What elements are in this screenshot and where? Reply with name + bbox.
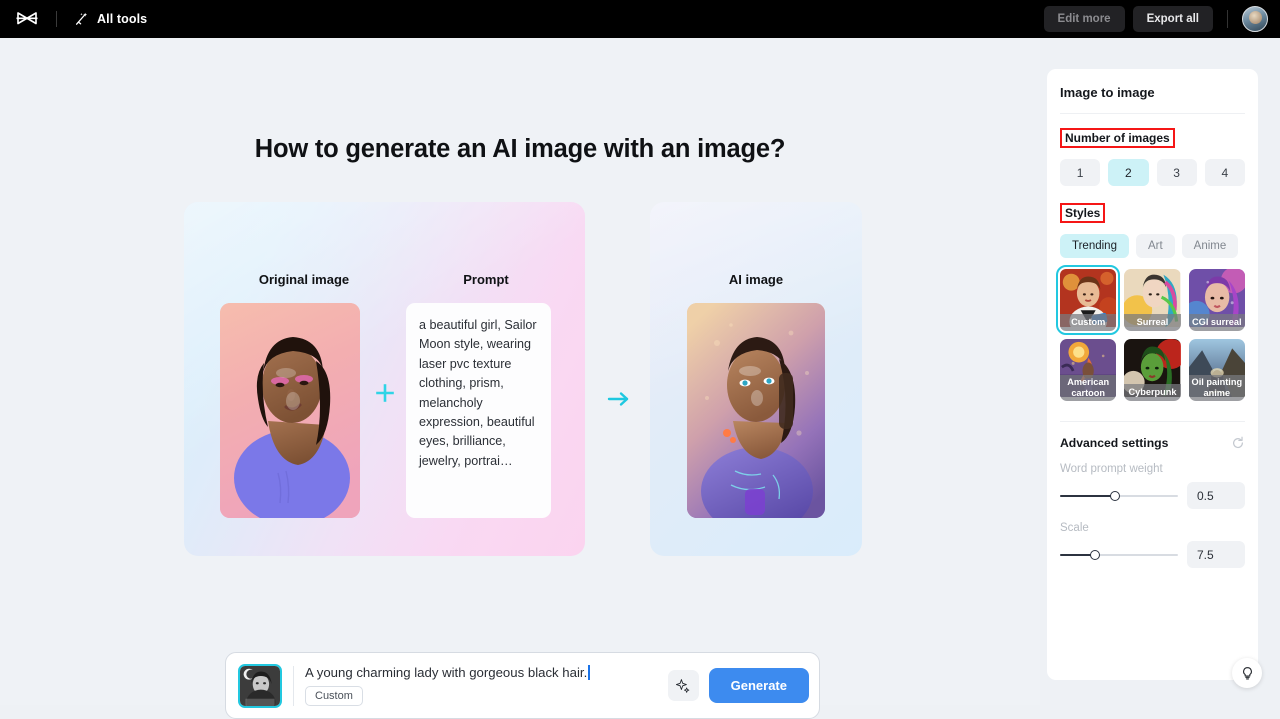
scale-slider[interactable] — [1060, 548, 1178, 562]
lightbulb-icon — [1240, 666, 1255, 681]
output-card: AI image — [650, 202, 862, 556]
style-card-oil-painting-anime[interactable]: Oil painting anime — [1189, 339, 1245, 401]
all-tools-label: All tools — [97, 12, 147, 26]
topbar-divider-2 — [1227, 10, 1228, 28]
style-card-cgi-surreal[interactable]: CGI surreal — [1189, 269, 1245, 331]
prompt-text: a beautiful girl, Sailor Moon style, wea… — [419, 316, 538, 471]
text-cursor — [588, 665, 590, 680]
word-prompt-weight-row: 0.5 — [1060, 482, 1245, 509]
input-card: Original image Prompt — [184, 202, 585, 556]
advanced-settings-label: Advanced settings — [1060, 436, 1168, 450]
prompt-label: Prompt — [406, 272, 566, 287]
reference-image-thumbnail[interactable] — [238, 664, 282, 708]
style-card-label: Surreal — [1124, 314, 1180, 331]
arrow-right-icon — [607, 390, 631, 408]
style-card-american-cartoon[interactable]: American cartoon — [1060, 339, 1116, 401]
style-card-label: American cartoon — [1060, 375, 1116, 401]
style-tab-trending[interactable]: Trending — [1060, 234, 1129, 258]
style-card-label: Cyberpunk — [1124, 384, 1180, 401]
generate-button[interactable]: Generate — [709, 668, 809, 703]
export-all-button[interactable]: Export all — [1133, 6, 1213, 32]
prompt-input-row[interactable]: A young charming lady with gorgeous blac… — [305, 665, 668, 680]
style-tab-anime[interactable]: Anime — [1182, 234, 1239, 258]
number-option-4[interactable]: 4 — [1205, 159, 1245, 186]
slider-knob[interactable] — [1090, 550, 1100, 560]
prompt-input-bar: A young charming lady with gorgeous blac… — [225, 652, 820, 719]
all-tools-button[interactable]: All tools — [73, 11, 147, 27]
original-portrait-illustration — [220, 303, 360, 518]
word-prompt-weight-label: Word prompt weight — [1060, 463, 1245, 475]
scale-value[interactable]: 7.5 — [1187, 541, 1245, 568]
sparkle-icon — [675, 678, 691, 694]
topbar-divider — [56, 11, 57, 27]
slider-knob[interactable] — [1110, 491, 1120, 501]
style-tabs: Trending Art Anime — [1060, 234, 1245, 258]
advanced-settings-header: Advanced settings — [1060, 421, 1245, 450]
word-prompt-weight-slider[interactable] — [1060, 489, 1178, 503]
style-card-cyberpunk[interactable]: Cyberpunk — [1124, 339, 1180, 401]
number-option-3[interactable]: 3 — [1157, 159, 1197, 186]
scale-row: 7.5 — [1060, 541, 1245, 568]
style-tab-art[interactable]: Art — [1136, 234, 1175, 258]
plus-icon — [376, 384, 394, 402]
style-card-label: CGI surreal — [1189, 314, 1245, 331]
avatar[interactable] — [1242, 6, 1268, 32]
ai-image-label: AI image — [650, 272, 862, 287]
edit-more-button[interactable]: Edit more — [1044, 6, 1125, 32]
number-of-images-label: Number of images — [1060, 128, 1175, 148]
number-option-2[interactable]: 2 — [1108, 159, 1148, 186]
magic-wand-icon — [73, 11, 89, 27]
styles-label: Styles — [1060, 203, 1105, 223]
panel-title: Image to image — [1060, 69, 1245, 114]
ai-portrait-illustration — [687, 303, 825, 518]
capcut-logo[interactable] — [14, 10, 40, 28]
reset-icon[interactable] — [1231, 436, 1245, 450]
topbar-actions: Edit more Export all — [1044, 6, 1268, 32]
slider-fill — [1060, 495, 1115, 497]
top-bar: All tools Edit more Export all — [0, 0, 1280, 38]
style-card-label: Oil painting anime — [1189, 375, 1245, 401]
reference-thumbnail-image — [240, 666, 280, 706]
style-tag-button[interactable]: Custom — [305, 686, 363, 706]
original-image-label: Original image — [206, 272, 402, 287]
prompt-field-group: A young charming lady with gorgeous blac… — [305, 665, 668, 706]
capcut-logo-icon — [14, 10, 40, 28]
style-card-custom[interactable]: Custom — [1060, 269, 1116, 331]
number-of-images-options: 1 2 3 4 — [1060, 159, 1245, 186]
style-card-label: Custom — [1060, 314, 1116, 331]
settings-panel: Image to image Number of images 1 2 3 4 … — [1047, 69, 1258, 680]
original-image-photo — [220, 303, 360, 518]
scale-label: Scale — [1060, 522, 1245, 534]
prompt-text-box: a beautiful girl, Sailor Moon style, wea… — [406, 303, 551, 518]
help-button[interactable] — [1232, 658, 1262, 688]
style-card-grid: Custom Surreal — [1060, 269, 1245, 401]
word-prompt-weight-value[interactable]: 0.5 — [1187, 482, 1245, 509]
number-option-1[interactable]: 1 — [1060, 159, 1100, 186]
main-canvas: How to generate an AI image with an imag… — [0, 38, 1040, 705]
ai-enhance-button[interactable] — [668, 670, 699, 701]
prompt-input[interactable]: A young charming lady with gorgeous blac… — [305, 665, 587, 680]
style-card-surreal[interactable]: Surreal — [1124, 269, 1180, 331]
page-title: How to generate an AI image with an imag… — [0, 135, 1040, 164]
bottombar-divider — [293, 666, 294, 706]
ai-image-photo — [687, 303, 825, 518]
